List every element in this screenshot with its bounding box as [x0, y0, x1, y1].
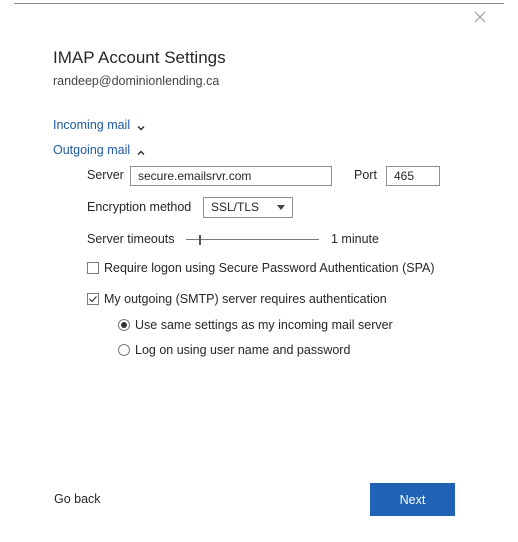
outgoing-mail-toggle[interactable]: Outgoing mail	[53, 143, 145, 157]
timeout-label: Server timeouts	[87, 232, 175, 246]
encryption-label: Encryption method	[87, 200, 192, 214]
spa-checkbox[interactable]	[87, 262, 99, 274]
chevron-up-icon	[137, 146, 145, 155]
radio-same-settings-label: Use same settings as my incoming mail se…	[135, 318, 393, 332]
dialog-top-border	[14, 3, 504, 4]
smtp-auth-label: My outgoing (SMTP) server requires authe…	[104, 292, 387, 306]
spa-label: Require logon using Secure Password Auth…	[104, 261, 435, 275]
next-button-label: Next	[399, 492, 426, 507]
radio-logon-credentials-label: Log on using user name and password	[135, 343, 351, 357]
dropdown-arrow-icon	[277, 205, 285, 210]
timeout-slider[interactable]	[186, 235, 319, 245]
smtp-auth-checkbox[interactable]	[87, 293, 99, 305]
server-input[interactable]	[130, 166, 332, 186]
slider-thumb[interactable]	[199, 235, 201, 245]
timeout-value: 1 minute	[331, 232, 379, 246]
next-button[interactable]: Next	[370, 483, 455, 516]
radio-logon-credentials[interactable]	[118, 344, 130, 356]
server-label: Server	[87, 168, 124, 182]
encryption-select[interactable]: SSL/TLS	[203, 197, 293, 218]
port-label: Port	[354, 168, 377, 182]
encryption-value: SSL/TLS	[211, 200, 260, 214]
outgoing-mail-label: Outgoing mail	[53, 143, 131, 157]
incoming-mail-label: Incoming mail	[53, 118, 131, 132]
account-email: randeep@dominionlending.ca	[53, 74, 220, 88]
go-back-link[interactable]: Go back	[54, 492, 101, 506]
radio-selected-dot	[121, 322, 127, 328]
slider-track	[186, 239, 319, 240]
incoming-mail-toggle[interactable]: Incoming mail	[53, 118, 145, 132]
port-input[interactable]	[386, 166, 440, 186]
check-icon	[89, 296, 97, 303]
page-title: IMAP Account Settings	[53, 48, 226, 67]
radio-same-settings[interactable]	[118, 319, 130, 331]
chevron-down-icon	[137, 121, 145, 131]
close-icon[interactable]	[473, 10, 487, 24]
